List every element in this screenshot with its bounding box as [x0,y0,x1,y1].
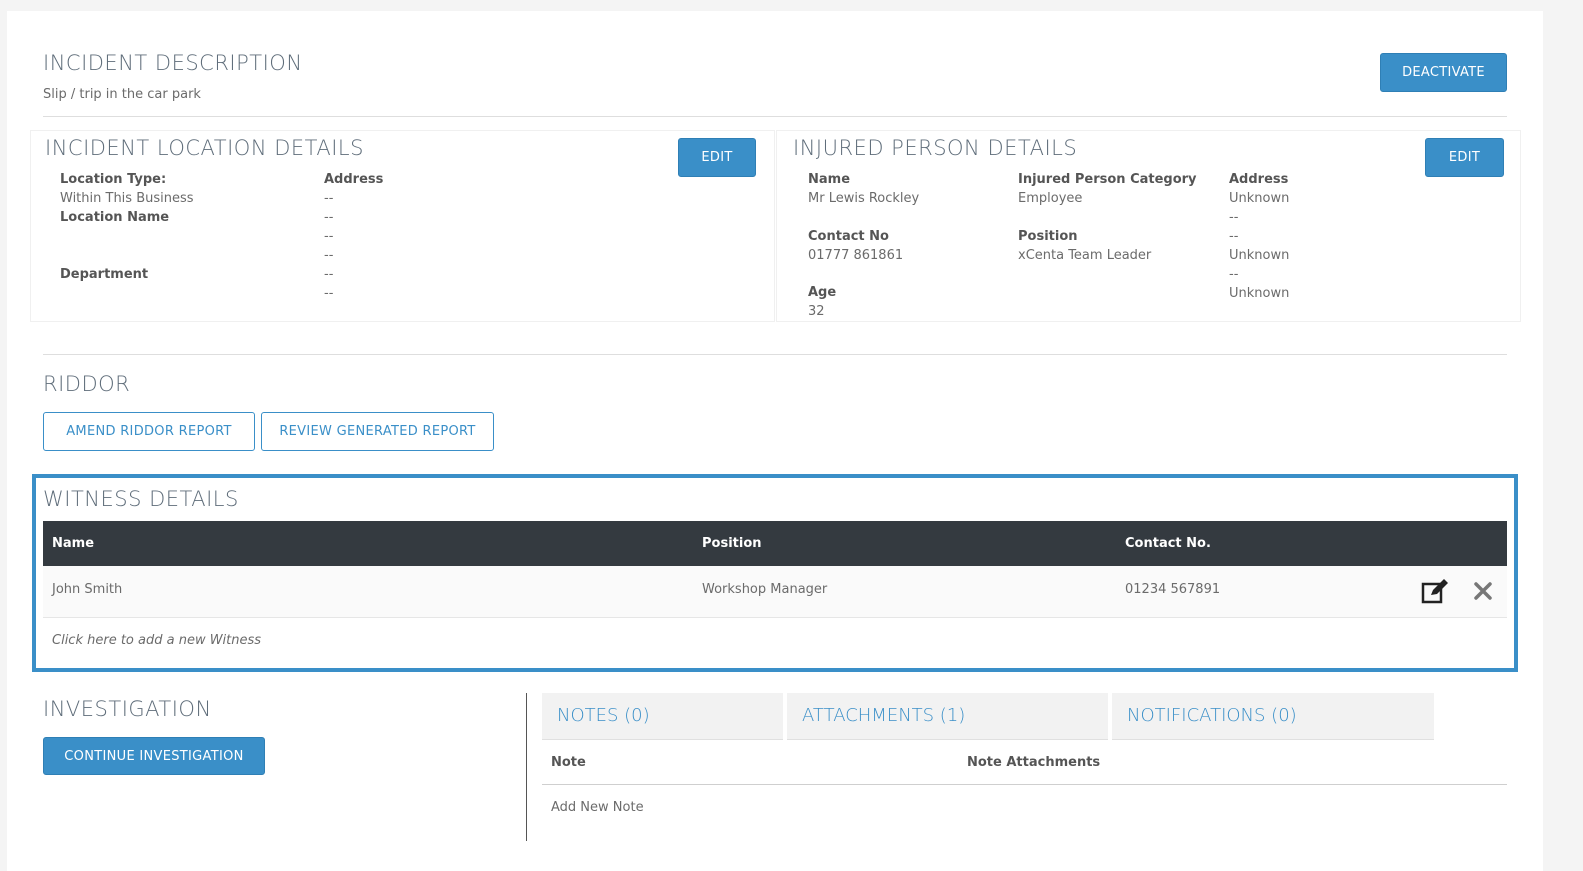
witness-name: John Smith [52,582,123,597]
add-note-link[interactable]: Add New Note [551,800,644,815]
location-address-line: -- [324,210,334,225]
review-report-button[interactable]: REVIEW GENERATED REPORT [261,412,494,451]
page-container: INCIDENT DESCRIPTION Slip / trip in the … [7,11,1543,871]
injured-contact-value: 01777 861861 [808,248,904,263]
injured-position-label: Position [1018,229,1078,244]
injured-edit-button[interactable]: EDIT [1425,138,1504,177]
injured-age-value: 32 [808,304,825,319]
incident-description-text: Slip / trip in the car park [43,87,201,102]
location-edit-button[interactable]: EDIT [678,138,756,177]
notes-column-attachments: Note Attachments [967,755,1101,770]
injured-category-label: Injured Person Category [1018,172,1197,187]
notes-column-note: Note [551,755,586,770]
location-address-line: -- [324,191,334,206]
injured-address-line: Unknown [1229,286,1290,301]
column-header-contact: Contact No. [1125,536,1211,551]
injured-position-value: xCenta Team Leader [1018,248,1152,263]
location-name-label: Location Name [60,210,170,225]
location-address-line: -- [324,248,334,263]
injured-address-line: -- [1229,210,1239,225]
vertical-divider [526,693,527,841]
injured-address-line: Unknown [1229,191,1290,206]
table-row: John Smith Workshop Manager 01234 567891 [43,566,1507,618]
location-address-line: -- [324,267,334,282]
edit-icon[interactable] [1421,578,1449,604]
divider [43,116,1507,117]
investigation-title: INVESTIGATION [43,697,212,721]
witness-table-header: Name Position Contact No. [43,521,1507,566]
witness-contact: 01234 567891 [1125,582,1221,597]
add-witness-link[interactable]: Click here to add a new Witness [52,633,261,648]
location-type-value: Within This Business [60,191,194,206]
location-address-line: -- [324,286,334,301]
column-header-position: Position [702,536,762,551]
incident-description-title: INCIDENT DESCRIPTION [43,51,303,75]
witness-position: Workshop Manager [702,582,828,597]
deactivate-button[interactable]: DEACTIVATE [1380,53,1507,92]
tab-notifications[interactable]: NOTIFICATIONS (0) [1112,693,1434,740]
department-label: Department [60,267,149,282]
tab-notes[interactable]: NOTES (0) [542,693,783,740]
witness-details-title: WITNESS DETAILS [43,487,239,511]
injured-contact-label: Contact No [808,229,889,244]
location-address-line: -- [324,229,334,244]
injured-details-title: INJURED PERSON DETAILS [793,136,1078,160]
injured-address-line: -- [1229,267,1239,282]
continue-investigation-button[interactable]: CONTINUE INVESTIGATION [43,737,265,775]
injured-address-label: Address [1229,172,1289,187]
column-header-name: Name [52,536,95,551]
injured-name-label: Name [808,172,851,187]
riddor-title: RIDDOR [43,372,131,396]
injured-address-line: -- [1229,229,1239,244]
injured-age-label: Age [808,285,837,300]
divider [43,354,1507,355]
close-icon[interactable] [1474,582,1492,600]
amend-riddor-button[interactable]: AMEND RIDDOR REPORT [43,412,255,451]
tab-attachments[interactable]: ATTACHMENTS (1) [787,693,1108,740]
injured-category-value: Employee [1018,191,1083,206]
divider [542,784,1507,785]
location-details-title: INCIDENT LOCATION DETAILS [45,136,364,160]
location-type-label: Location Type: [60,172,167,187]
injured-address-line: Unknown [1229,248,1290,263]
location-address-label: Address [324,172,384,187]
injured-name-value: Mr Lewis Rockley [808,191,920,206]
